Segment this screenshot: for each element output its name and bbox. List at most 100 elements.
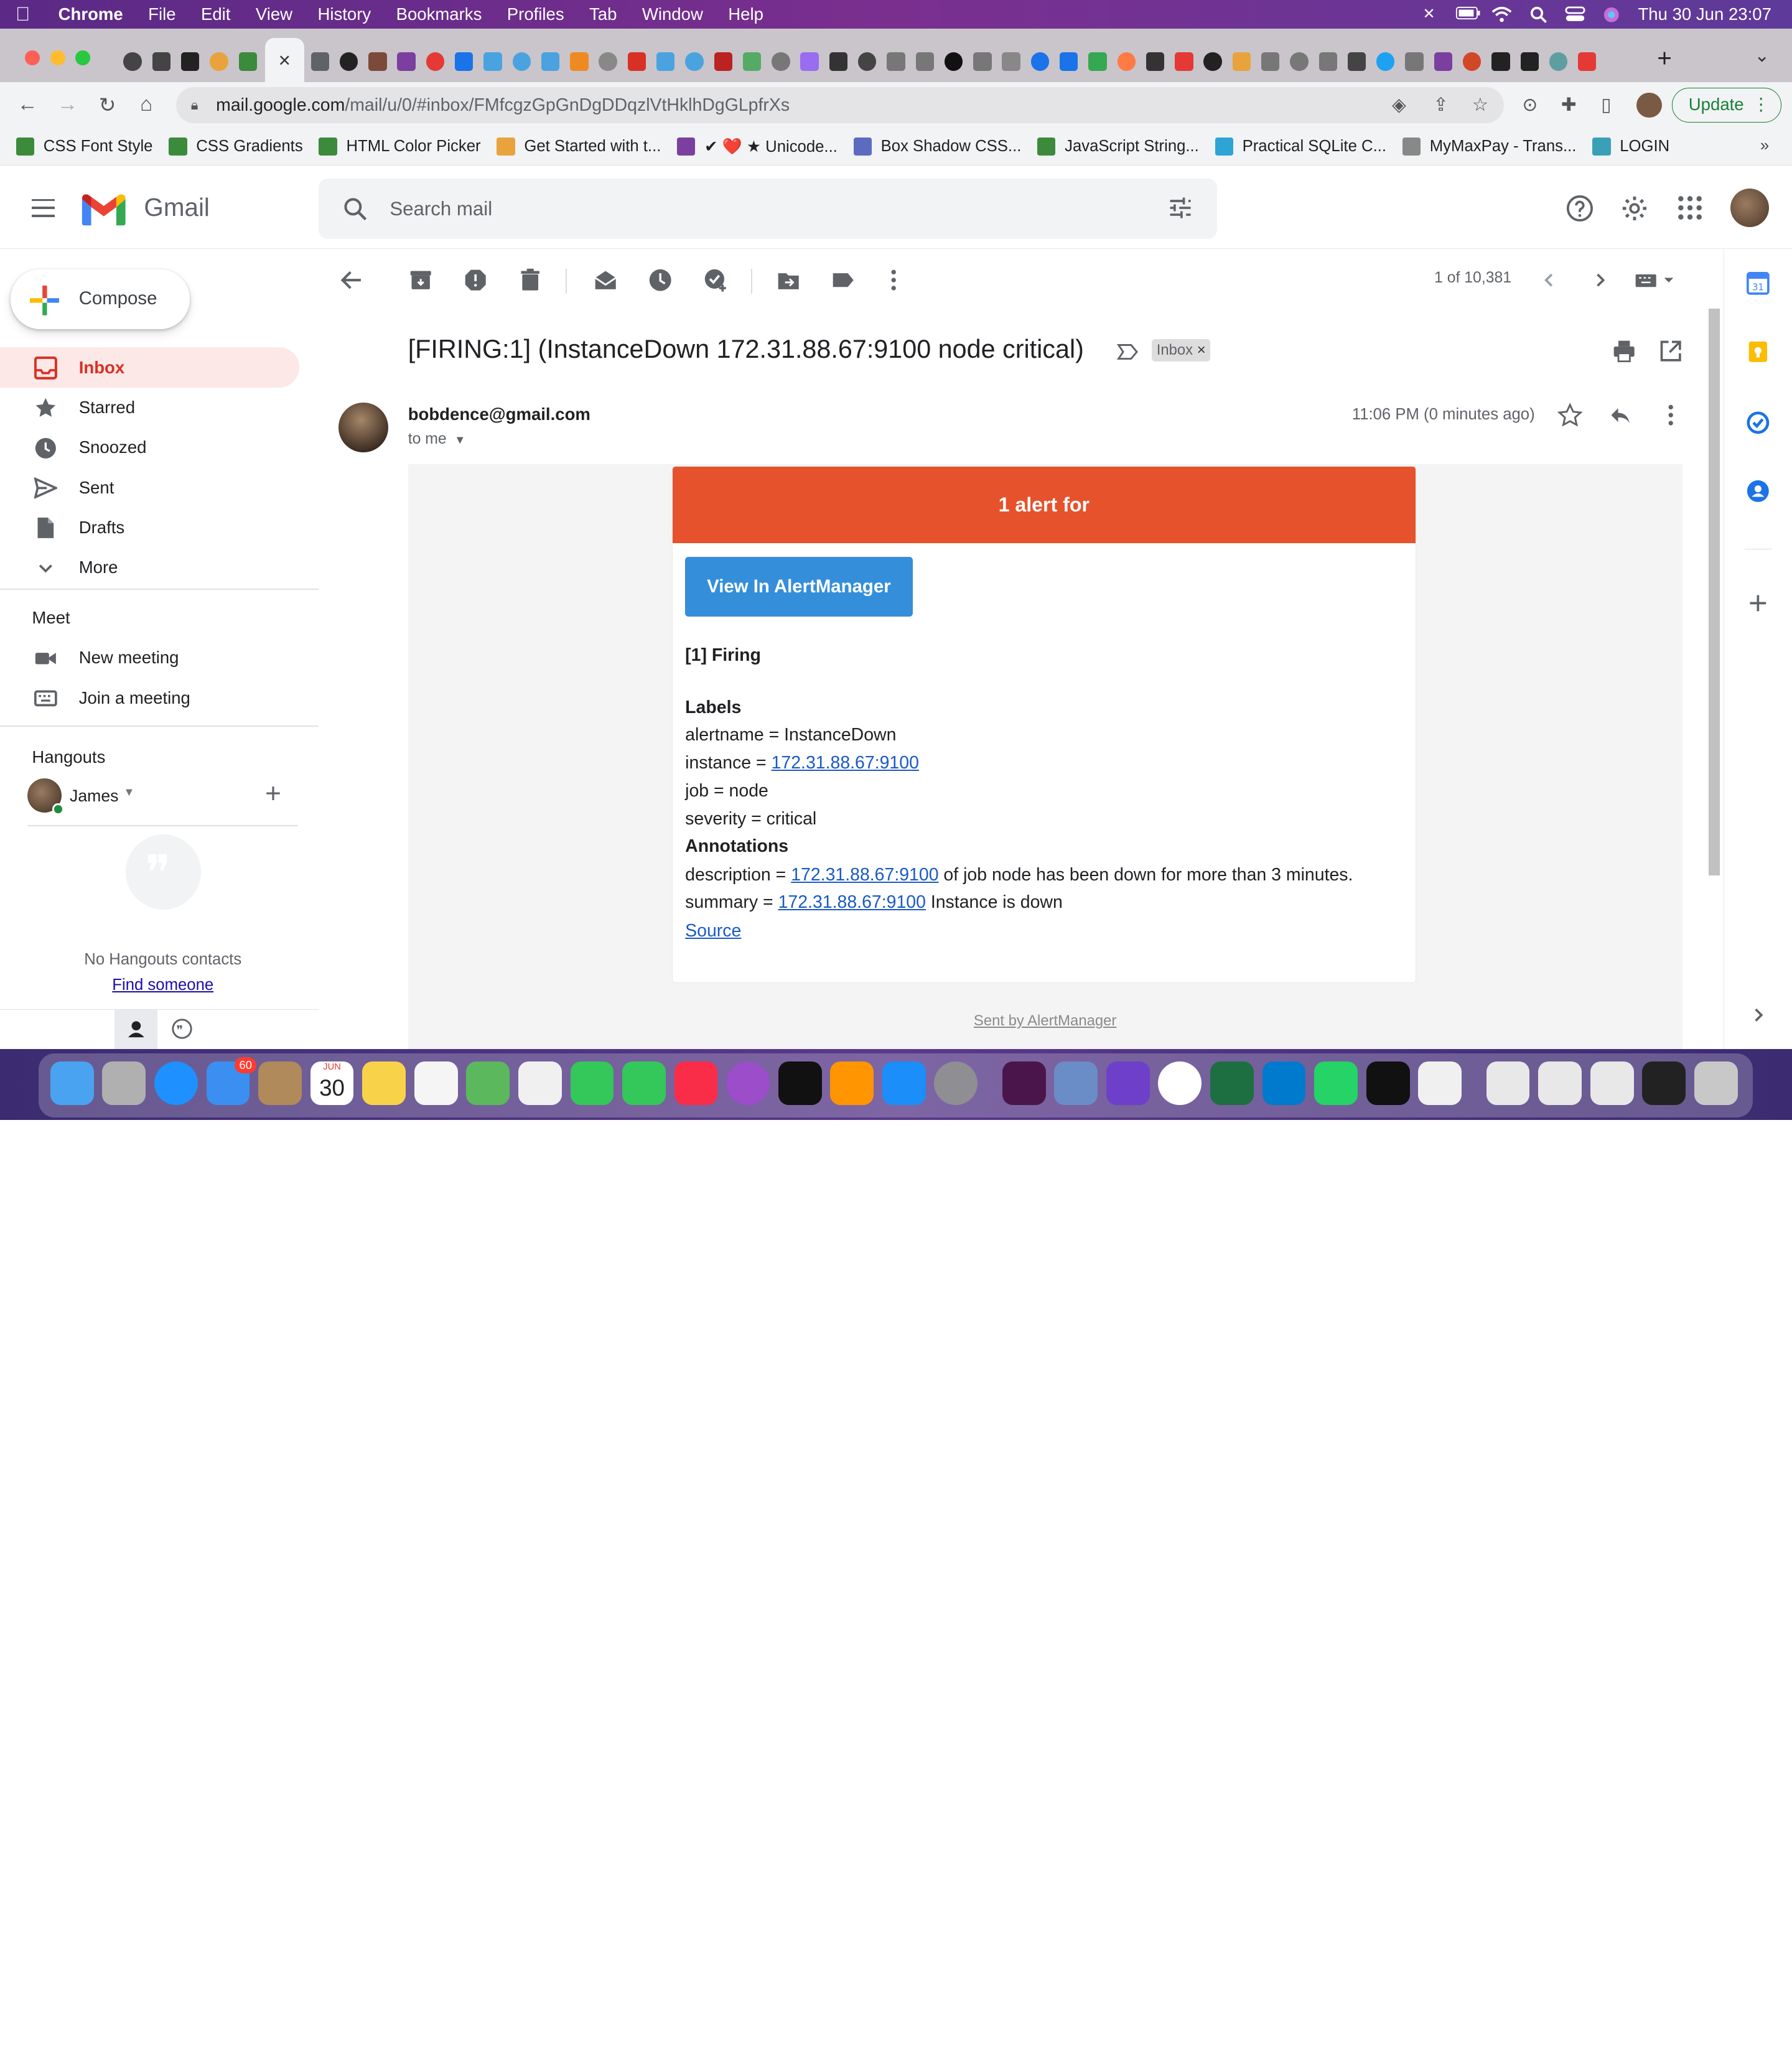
add-contact-icon[interactable]: + (265, 778, 281, 809)
tab-favicon-icon[interactable] (944, 52, 963, 71)
bookmarks-overflow-icon[interactable]: » (1760, 137, 1769, 155)
search-icon[interactable] (342, 195, 369, 228)
share-icon[interactable]: ⇪ (1433, 94, 1449, 116)
trash-icon[interactable] (1694, 1061, 1738, 1106)
textedit-icon[interactable] (1418, 1061, 1462, 1106)
tab-favicon-icon[interactable] (310, 52, 329, 71)
bookmark-item[interactable]: CSS Gradients (169, 137, 303, 156)
search-input[interactable]: Search mail (390, 198, 492, 220)
eye-slash-icon[interactable]: ◈ (1392, 94, 1406, 116)
bookmark-item[interactable]: JavaScript String... (1037, 137, 1199, 156)
description-instance-link[interactable]: 172.31.88.67:9100 (791, 865, 938, 885)
tab-favicon-icon[interactable] (800, 52, 819, 71)
tab-favicon-icon[interactable] (1578, 52, 1597, 71)
tab-favicon-icon[interactable] (1318, 52, 1337, 71)
spotlight-icon[interactable] (1528, 6, 1549, 24)
tab-favicon-icon[interactable] (368, 52, 387, 71)
tab-favicon-icon[interactable] (887, 52, 905, 71)
tab-favicon-icon[interactable] (1232, 52, 1251, 71)
input-tools-keyboard-icon[interactable] (1633, 268, 1679, 292)
main-menu-icon[interactable] (32, 198, 55, 223)
tab-search-icon[interactable]: ⌄ (1754, 45, 1770, 67)
tab-favicon-icon[interactable] (1290, 52, 1309, 71)
snooze-clock-icon[interactable] (648, 268, 673, 292)
menu-tab[interactable]: Tab (577, 4, 630, 24)
nav-more[interactable]: More (0, 548, 299, 587)
older-chevron-left-icon[interactable] (1537, 268, 1562, 292)
sender-avatar[interactable] (338, 402, 389, 453)
google-keep-icon[interactable] (1747, 340, 1770, 363)
new-tab-button[interactable]: + (1657, 44, 1672, 73)
get-addons-plus-icon[interactable] (1747, 592, 1770, 615)
tab-favicon-icon[interactable] (570, 52, 589, 71)
remove-label-icon[interactable]: × (1197, 342, 1206, 358)
instance-link[interactable]: 172.31.88.67:9100 (772, 753, 919, 773)
mark-unread-icon[interactable] (593, 268, 618, 292)
reminders-icon[interactable] (414, 1061, 458, 1106)
nav-starred[interactable]: Starred (0, 388, 299, 427)
facetime-icon[interactable] (622, 1061, 666, 1106)
tab-favicon-icon[interactable] (714, 52, 732, 71)
tab-favicon-icon[interactable] (1549, 52, 1568, 71)
tab-favicon-icon[interactable] (1117, 52, 1136, 71)
books-icon[interactable] (830, 1061, 874, 1106)
zoom-window-button[interactable] (75, 50, 91, 65)
menu-bookmarks[interactable]: Bookmarks (383, 4, 494, 24)
tab-favicon-icon[interactable] (772, 52, 790, 71)
tab-favicon-icon[interactable] (915, 52, 934, 71)
nav-snoozed[interactable]: Snoozed (0, 427, 299, 467)
message-more-icon[interactable] (1658, 403, 1683, 427)
tab-favicon-icon[interactable] (483, 52, 502, 71)
compose-button[interactable]: Compose (10, 269, 190, 329)
forward-icon[interactable]: → (55, 93, 80, 116)
chrome-icon[interactable] (1158, 1061, 1202, 1106)
tab-active-gmail[interactable]: × (265, 37, 304, 83)
notes-icon[interactable] (362, 1061, 406, 1106)
new-meeting-item[interactable]: New meeting (0, 638, 299, 678)
tab-favicon-icon[interactable] (1146, 52, 1165, 71)
bookmark-item[interactable]: MyMaxPay - Trans... (1402, 137, 1576, 156)
tab-favicon-icon[interactable] (656, 52, 675, 71)
report-spam-icon[interactable] (463, 268, 488, 292)
apps-grid-icon[interactable] (1676, 194, 1704, 226)
photos-icon[interactable] (518, 1061, 562, 1106)
home-icon[interactable]: ⌂ (134, 93, 159, 116)
tab-favicon-icon[interactable] (180, 52, 200, 71)
back-to-inbox-icon[interactable] (339, 268, 364, 292)
system-preferences-icon[interactable] (934, 1061, 978, 1106)
battery-icon[interactable] (1455, 6, 1480, 22)
tab-favicon-icon[interactable] (857, 52, 877, 71)
search-bar[interactable]: Search mail (319, 178, 1218, 239)
apple-icon[interactable]:  (0, 3, 45, 26)
summary-instance-link[interactable]: 172.31.88.67:9100 (778, 892, 926, 912)
menu-app-name[interactable]: Chrome (45, 4, 136, 24)
menu-file[interactable]: File (136, 4, 189, 24)
maps-icon[interactable] (466, 1061, 510, 1106)
tab-favicon-icon[interactable] (742, 52, 762, 71)
tab-favicon-icon[interactable] (1203, 52, 1222, 71)
conversations-quote-icon[interactable]: ❞ (171, 1019, 192, 1044)
nav-drafts[interactable]: Drafts (0, 507, 299, 547)
tab-favicon-icon[interactable] (1491, 52, 1510, 71)
tab-favicon-icon[interactable] (1347, 52, 1366, 71)
bookmark-star-icon[interactable]: ☆ (1472, 94, 1488, 116)
whatsapp-icon[interactable] (1314, 1061, 1358, 1106)
close-window-button[interactable] (25, 50, 40, 65)
view-in-alertmanager-button[interactable]: View In AlertManager (685, 557, 913, 617)
recipient-details[interactable]: to me ▼ (408, 431, 466, 448)
apple-tv-icon[interactable] (778, 1061, 822, 1106)
slack-icon[interactable] (1002, 1061, 1046, 1106)
menu-edit[interactable]: Edit (189, 4, 243, 24)
find-someone-link[interactable]: Find someone (0, 976, 325, 994)
tab-favicon-icon[interactable] (152, 52, 171, 71)
podcasts-icon[interactable] (726, 1061, 770, 1106)
more-options-icon[interactable] (881, 268, 906, 292)
source-link[interactable]: Source (685, 921, 741, 941)
settings-gear-icon[interactable] (1620, 194, 1649, 228)
tab-favicon-icon[interactable] (973, 52, 992, 71)
music-icon[interactable] (674, 1061, 718, 1106)
recent-document-icon[interactable] (1486, 1061, 1530, 1106)
bookmark-item[interactable]: CSS Font Style (16, 137, 152, 156)
sender-email[interactable]: bobdence@gmail.com (408, 404, 590, 424)
bookmark-item[interactable]: Box Shadow CSS... (853, 137, 1021, 156)
